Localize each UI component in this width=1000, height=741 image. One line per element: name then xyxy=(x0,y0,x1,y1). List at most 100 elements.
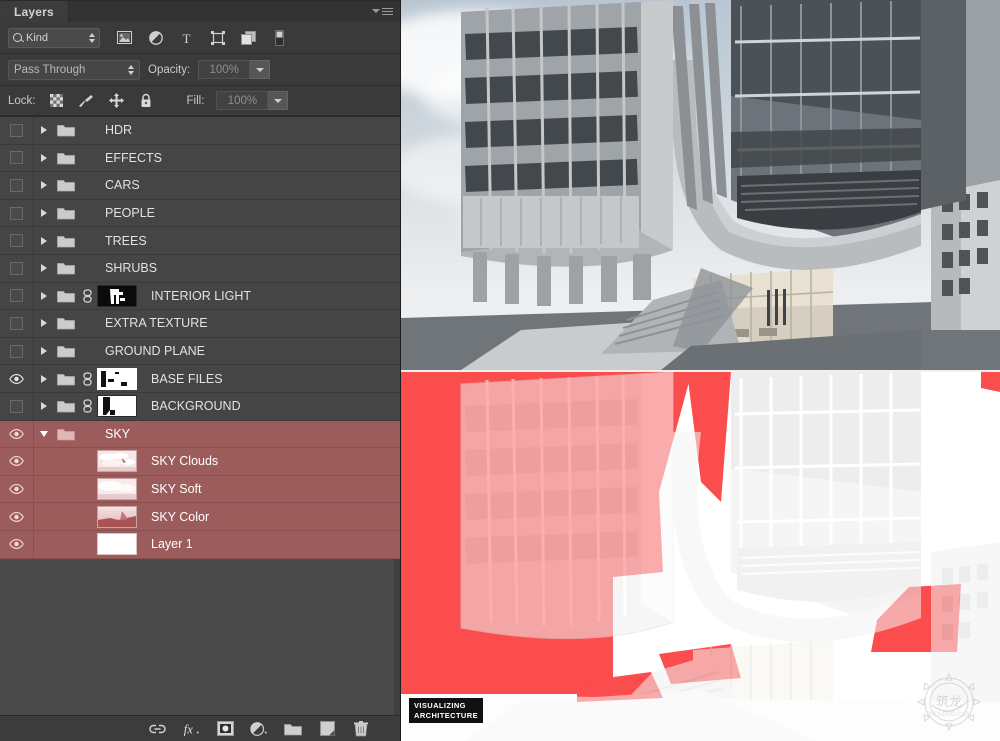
layer-visibility-eye-icon[interactable] xyxy=(0,503,34,530)
layer-row[interactable]: PEOPLE xyxy=(0,199,400,228)
filter-toggle-icon[interactable] xyxy=(271,29,288,46)
layer-thumbnail[interactable] xyxy=(95,395,143,418)
layer-visibility-eye-icon[interactable] xyxy=(0,475,34,503)
layer-name[interactable]: INTERIOR LIGHT xyxy=(143,289,251,303)
layer-name[interactable]: PEOPLE xyxy=(97,206,155,220)
fill-control[interactable]: 100% xyxy=(216,91,289,110)
link-mask-icon[interactable] xyxy=(79,399,95,413)
group-disclosure-triangle-icon[interactable] xyxy=(34,430,53,437)
lock-all-icon[interactable] xyxy=(138,92,155,109)
filter-shape-icon[interactable] xyxy=(209,29,226,46)
layer-thumbnail[interactable] xyxy=(95,284,143,307)
layer-row[interactable]: SHRUBS xyxy=(0,254,400,283)
preview-render-full[interactable] xyxy=(401,0,1000,370)
link-mask-icon[interactable] xyxy=(79,371,95,386)
layer-visibility-toggle[interactable] xyxy=(0,227,34,254)
layer-row[interactable]: SKY Soft xyxy=(0,475,400,504)
opacity-value[interactable]: 100% xyxy=(198,60,251,79)
fill-value[interactable]: 100% xyxy=(216,91,269,110)
layer-name[interactable]: BACKGROUND xyxy=(143,399,241,413)
new-adjustment-layer-icon[interactable] xyxy=(250,720,268,738)
layer-name[interactable]: SKY Clouds xyxy=(143,454,218,468)
layer-name[interactable]: SKY Color xyxy=(143,510,209,524)
lock-image-pixels-icon[interactable] xyxy=(78,92,95,109)
layer-visibility-eye-icon[interactable] xyxy=(0,365,34,392)
link-mask-icon[interactable] xyxy=(79,289,95,303)
group-disclosure-triangle-icon[interactable] xyxy=(34,181,53,190)
layer-visibility-toggle[interactable] xyxy=(0,199,34,227)
layer-name[interactable]: HDR xyxy=(97,123,132,137)
panel-menu-icon[interactable] xyxy=(372,4,394,18)
layer-visibility-toggle[interactable] xyxy=(0,144,34,172)
new-layer-icon[interactable] xyxy=(318,720,336,738)
layer-visibility-toggle[interactable] xyxy=(0,282,34,310)
layer-visibility-eye-icon[interactable] xyxy=(0,448,34,475)
group-disclosure-triangle-icon[interactable] xyxy=(34,209,53,218)
layer-visibility-eye-icon[interactable] xyxy=(0,420,34,448)
fill-dropdown-icon[interactable] xyxy=(268,91,289,110)
layer-name[interactable]: SKY xyxy=(97,427,130,441)
filter-kind-select[interactable]: Kind xyxy=(8,27,100,48)
layer-name[interactable]: Layer 1 xyxy=(143,537,193,551)
layer-row[interactable]: EFFECTS xyxy=(0,144,400,173)
group-disclosure-triangle-icon[interactable] xyxy=(34,236,53,245)
group-disclosure-triangle-icon[interactable] xyxy=(34,264,53,273)
layer-row[interactable]: HDR xyxy=(0,117,400,145)
layer-row[interactable]: EXTRA TEXTURE xyxy=(0,310,400,338)
group-disclosure-triangle-icon[interactable] xyxy=(34,347,53,356)
layer-visibility-eye-icon[interactable] xyxy=(0,530,34,558)
layer-style-fx-icon[interactable]: fx xyxy=(182,720,200,738)
group-disclosure-triangle-icon[interactable] xyxy=(34,319,53,328)
layer-thumbnail[interactable] xyxy=(95,367,143,390)
add-layer-mask-icon[interactable] xyxy=(216,720,234,738)
layer-name[interactable]: GROUND PLANE xyxy=(97,344,205,358)
layer-visibility-toggle[interactable] xyxy=(0,117,34,144)
filter-pixel-icon[interactable] xyxy=(116,29,133,46)
new-group-icon[interactable] xyxy=(284,720,302,738)
preview-render-masked[interactable]: VISUALIZING ARCHITECTURE 筑龙 ZHULONG.COM xyxy=(401,370,1000,741)
filter-smartobject-icon[interactable] xyxy=(240,29,257,46)
delete-layer-icon[interactable] xyxy=(352,720,370,738)
layer-thumbnail[interactable] xyxy=(95,505,143,528)
layer-visibility-toggle[interactable] xyxy=(0,172,34,199)
group-disclosure-triangle-icon[interactable] xyxy=(34,402,53,411)
layer-visibility-toggle[interactable] xyxy=(0,337,34,365)
blend-mode-select[interactable]: Pass Through xyxy=(8,59,140,80)
opacity-control[interactable]: 100% xyxy=(198,60,271,79)
tab-layers[interactable]: Layers xyxy=(0,1,68,22)
filter-adjustment-icon[interactable] xyxy=(147,29,164,46)
lock-transparent-pixels-icon[interactable] xyxy=(48,92,65,109)
layer-visibility-toggle[interactable] xyxy=(0,254,34,282)
layer-row[interactable]: SKY xyxy=(0,420,400,449)
link-layers-icon[interactable] xyxy=(148,720,166,738)
layer-name[interactable]: SHRUBS xyxy=(97,261,157,275)
group-disclosure-triangle-icon[interactable] xyxy=(34,291,53,300)
layer-name[interactable]: SKY Soft xyxy=(143,482,202,496)
layer-name[interactable]: BASE FILES xyxy=(143,372,223,386)
layer-name[interactable]: CARS xyxy=(97,178,140,192)
layer-row[interactable]: BASE FILES xyxy=(0,365,400,393)
layer-row[interactable]: BACKGROUND xyxy=(0,392,400,421)
layer-row[interactable]: INTERIOR LIGHT xyxy=(0,282,400,311)
layer-row[interactable]: CARS xyxy=(0,172,400,200)
layer-row[interactable]: Layer 1 xyxy=(0,530,400,559)
group-disclosure-triangle-icon[interactable] xyxy=(34,153,53,162)
opacity-dropdown-icon[interactable] xyxy=(250,60,271,79)
group-disclosure-triangle-icon[interactable] xyxy=(34,374,53,383)
layer-name[interactable]: EFFECTS xyxy=(97,151,162,165)
lock-position-icon[interactable] xyxy=(108,92,125,109)
layer-thumbnail[interactable] xyxy=(95,450,143,473)
layer-name[interactable]: TREES xyxy=(97,234,147,248)
layer-row[interactable]: TREES xyxy=(0,227,400,255)
layer-visibility-toggle[interactable] xyxy=(0,392,34,420)
layer-row[interactable]: SKY Clouds xyxy=(0,448,400,476)
layer-row[interactable]: GROUND PLANE xyxy=(0,337,400,366)
group-disclosure-triangle-icon[interactable] xyxy=(34,126,53,135)
layer-thumbnail[interactable] xyxy=(95,478,143,501)
layer-thumbnail[interactable] xyxy=(95,533,143,556)
layer-name[interactable]: EXTRA TEXTURE xyxy=(97,316,208,330)
layer-list[interactable]: HDR EFFECTS CARS PEOPLE TREES SHRUBS INTERIOR … xyxy=(0,116,400,715)
layer-row[interactable]: SKY Color xyxy=(0,503,400,531)
layer-visibility-toggle[interactable] xyxy=(0,310,34,337)
filter-type-icon[interactable]: T xyxy=(178,29,195,46)
